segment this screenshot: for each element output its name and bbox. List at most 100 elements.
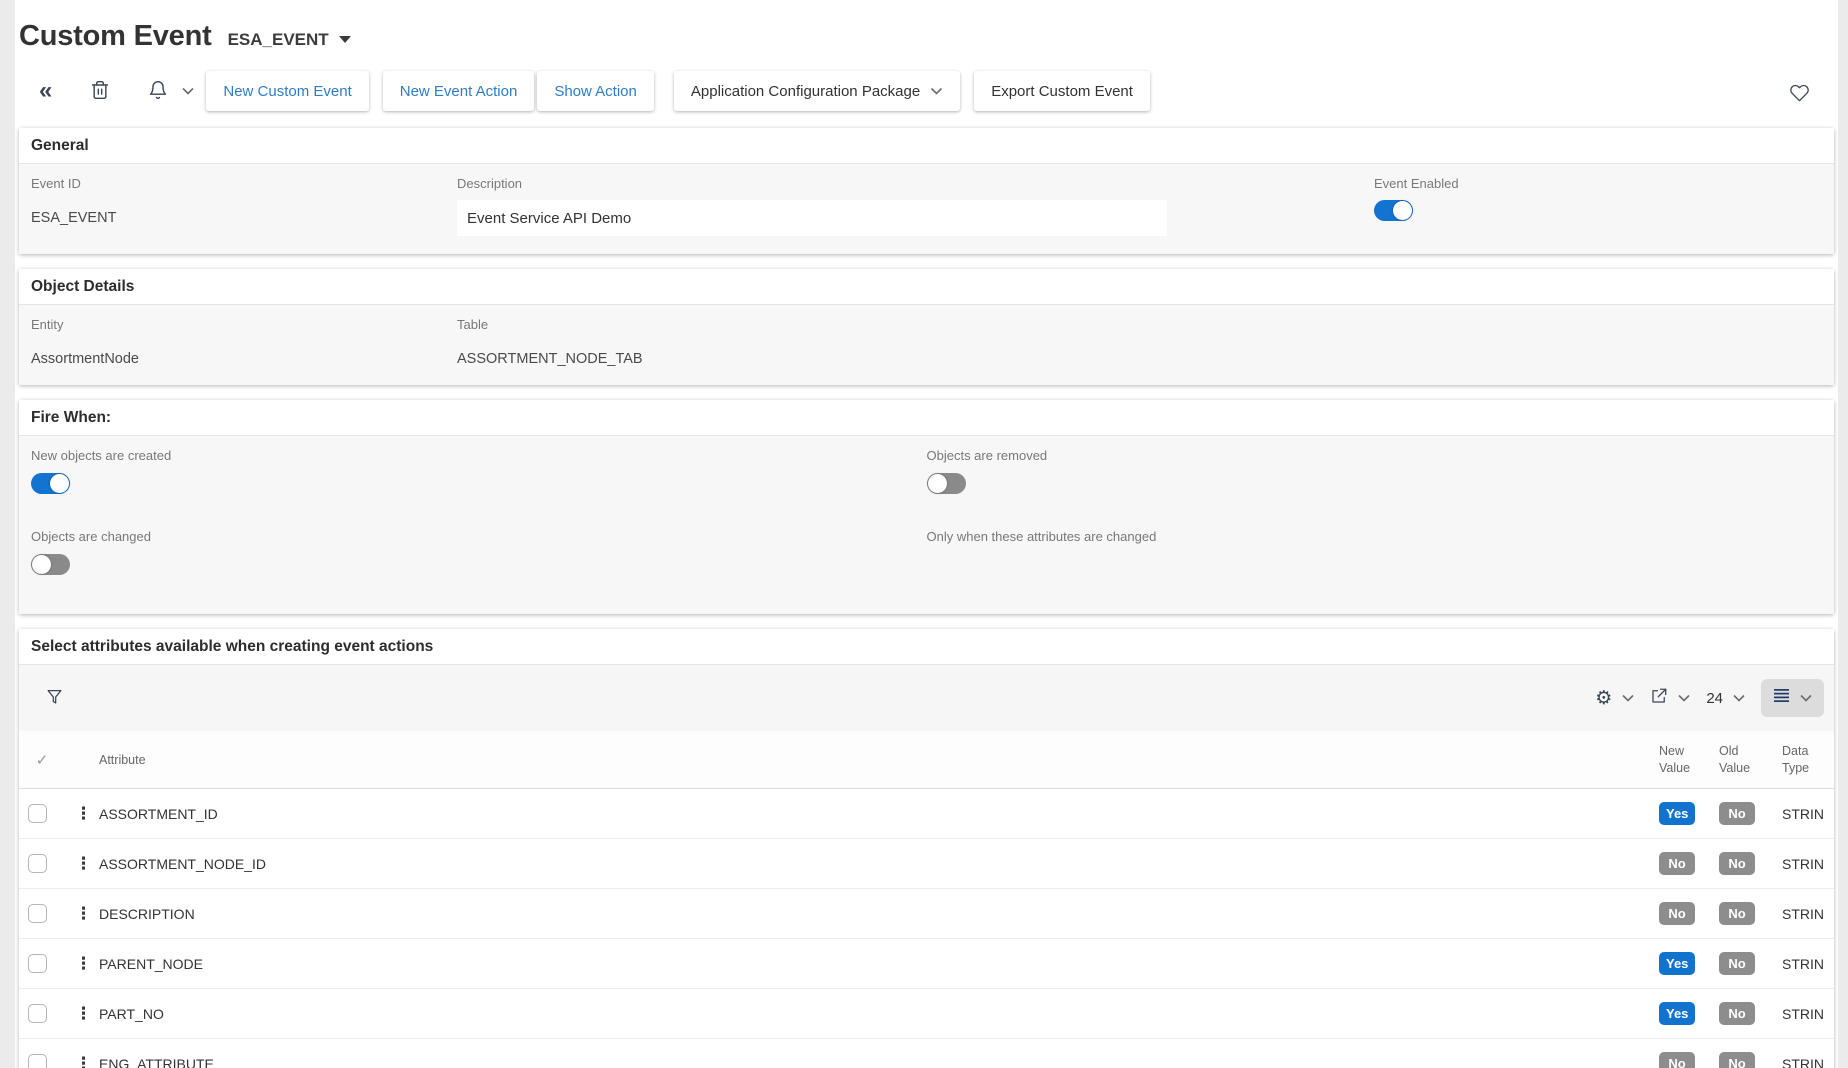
only-when-attributes-field: Only when these attributes are changed	[927, 529, 1823, 580]
table-row[interactable]: ⋮ PARENT_NODE Yes No STRIN	[19, 939, 1834, 989]
table-row[interactable]: ⋮ PART_NO Yes No STRIN	[19, 989, 1834, 1039]
application-configuration-package-dropdown[interactable]: Application Configuration Package	[674, 71, 960, 111]
attribute-name: PART_NO	[99, 1006, 1659, 1022]
data-type-value: STRIN	[1782, 806, 1834, 822]
list-view-icon	[1773, 688, 1790, 708]
table-field: Table ASSORTMENT_NODE_TAB	[457, 317, 1822, 367]
new-event-action-button[interactable]: New Event Action	[383, 71, 535, 111]
description-input[interactable]	[457, 200, 1167, 236]
object-details-card: Object Details Entity AssortmentNode Tab…	[19, 269, 1834, 385]
new-objects-created-label: New objects are created	[31, 448, 927, 463]
column-data-type[interactable]: Data Type	[1782, 743, 1834, 777]
row-checkbox[interactable]	[28, 904, 47, 923]
table-export-dropdown[interactable]	[1650, 687, 1690, 710]
page-title: Custom Event	[19, 20, 212, 53]
column-attribute[interactable]: Attribute	[99, 753, 1659, 767]
attribute-name: ASSORTMENT_NODE_ID	[99, 856, 1659, 872]
main-content: Custom Event ESA_EVENT «	[15, 0, 1838, 1068]
new-custom-event-button[interactable]: New Custom Event	[206, 71, 368, 111]
old-value-badge: No	[1719, 802, 1755, 825]
table-value: ASSORTMENT_NODE_TAB	[457, 341, 1822, 367]
delete-button[interactable]	[84, 73, 116, 110]
row-checkbox[interactable]	[28, 854, 47, 873]
old-value-badge: No	[1719, 1002, 1755, 1025]
double-chevron-left-icon: «	[39, 79, 52, 103]
new-value-badge: Yes	[1659, 1002, 1695, 1025]
table-row[interactable]: ⋮ ASSORTMENT_ID Yes No STRIN	[19, 789, 1834, 839]
description-label: Description	[457, 176, 1374, 191]
attribute-name: ASSORTMENT_ID	[99, 806, 1659, 822]
share-export-icon	[1650, 687, 1668, 710]
attributes-card: Select attributes available when creatin…	[19, 629, 1834, 1068]
select-all-check-icon[interactable]: ✓	[19, 751, 65, 769]
data-type-value: STRIN	[1782, 856, 1834, 872]
collapse-button[interactable]: «	[33, 73, 58, 109]
row-menu-kebab-icon[interactable]: ⋮	[65, 1054, 99, 1068]
bell-icon	[148, 79, 168, 104]
export-custom-event-button[interactable]: Export Custom Event	[974, 71, 1150, 111]
objects-changed-toggle[interactable]	[31, 554, 70, 575]
objects-removed-label: Objects are removed	[927, 448, 1823, 463]
notification-bell-button[interactable]	[142, 73, 174, 110]
new-value-badge: No	[1659, 1052, 1695, 1068]
new-value-badge: No	[1659, 852, 1695, 875]
data-type-value: STRIN	[1782, 906, 1834, 922]
record-selector[interactable]: ESA_EVENT	[228, 30, 351, 50]
caret-down-icon	[339, 36, 351, 43]
row-checkbox[interactable]	[28, 804, 47, 823]
filter-funnel-icon	[45, 687, 64, 710]
table-header-row: ✓ Attribute New Value Old Value Data Typ…	[19, 731, 1834, 789]
chevron-down-icon	[1678, 694, 1690, 702]
old-value-badge: No	[1719, 952, 1755, 975]
objects-removed-toggle[interactable]	[927, 473, 966, 494]
old-value-badge: No	[1719, 902, 1755, 925]
record-id: ESA_EVENT	[228, 30, 329, 50]
chevron-down-icon	[1733, 694, 1745, 702]
table-row[interactable]: ⋮ ENG_ATTRIBUTE No No STRIN	[19, 1039, 1834, 1068]
application-configuration-package-label: Application Configuration Package	[691, 83, 920, 100]
filter-button[interactable]	[39, 681, 70, 716]
view-mode-dropdown[interactable]	[1761, 679, 1824, 717]
table-row[interactable]: ⋮ ASSORTMENT_NODE_ID No No STRIN	[19, 839, 1834, 889]
table-label: Table	[457, 317, 1822, 332]
fire-when-card: Fire When: New objects are created Objec…	[19, 400, 1834, 614]
show-action-button[interactable]: Show Action	[537, 71, 654, 111]
fire-when-card-title: Fire When:	[19, 400, 1834, 436]
page-size-dropdown[interactable]: 24	[1706, 690, 1745, 707]
new-objects-created-toggle[interactable]	[31, 473, 70, 494]
attributes-card-title: Select attributes available when creatin…	[19, 629, 1834, 665]
table-toolbar: ⚙ 24	[19, 665, 1834, 731]
table-row[interactable]: ⋮ DESCRIPTION No No STRIN	[19, 889, 1834, 939]
row-checkbox[interactable]	[28, 1004, 47, 1023]
heart-icon	[1789, 83, 1810, 106]
old-value-badge: No	[1719, 852, 1755, 875]
data-type-value: STRIN	[1782, 1006, 1834, 1022]
only-when-attributes-label: Only when these attributes are changed	[927, 529, 1823, 544]
event-enabled-label: Event Enabled	[1374, 176, 1822, 191]
old-value-badge: No	[1719, 1052, 1755, 1068]
row-checkbox[interactable]	[28, 954, 47, 973]
chevron-down-icon	[1622, 694, 1634, 702]
attribute-name: DESCRIPTION	[99, 906, 1659, 922]
column-new-value[interactable]: New Value	[1659, 743, 1719, 777]
favorite-button[interactable]	[1783, 77, 1816, 112]
new-value-badge: Yes	[1659, 802, 1695, 825]
page-header: Custom Event ESA_EVENT «	[19, 0, 1834, 113]
row-menu-kebab-icon[interactable]: ⋮	[65, 854, 99, 874]
general-card: General Event ID ESA_EVENT Description E…	[19, 128, 1834, 254]
column-old-value[interactable]: Old Value	[1719, 743, 1782, 777]
bell-chevron-down-icon[interactable]	[182, 82, 194, 100]
row-menu-kebab-icon[interactable]: ⋮	[65, 1004, 99, 1024]
chevron-down-icon	[930, 87, 943, 95]
row-menu-kebab-icon[interactable]: ⋮	[65, 904, 99, 924]
row-checkbox[interactable]	[28, 1054, 47, 1068]
event-enabled-toggle[interactable]	[1374, 200, 1413, 221]
row-menu-kebab-icon[interactable]: ⋮	[65, 954, 99, 974]
data-type-value: STRIN	[1782, 1056, 1834, 1068]
trash-icon	[90, 79, 110, 104]
row-menu-kebab-icon[interactable]: ⋮	[65, 804, 99, 824]
new-value-badge: Yes	[1659, 952, 1695, 975]
general-card-title: General	[19, 128, 1834, 164]
entity-value: AssortmentNode	[31, 341, 457, 367]
table-settings-dropdown[interactable]: ⚙	[1595, 689, 1634, 708]
